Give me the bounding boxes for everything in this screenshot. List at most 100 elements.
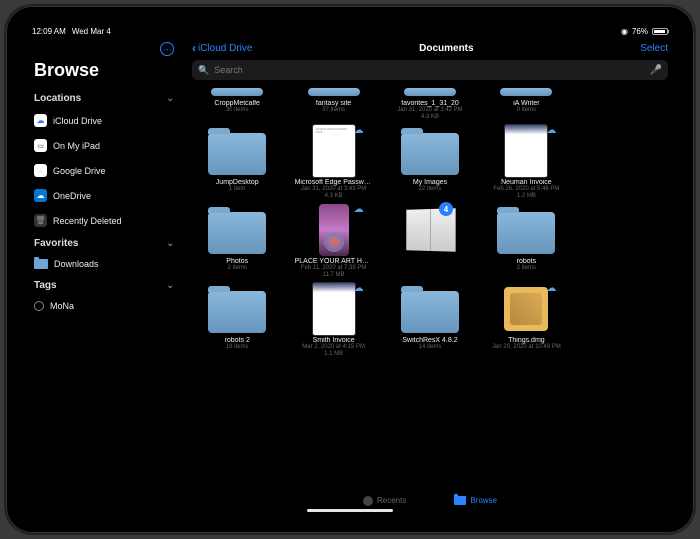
sidebar-item-onedrive[interactable]: ☁ OneDrive [32, 184, 176, 207]
file-thumbnail: ≡≡≡≡≡≡ ≡≡≡≡≡ ≡≡≡≡≡≡ ≡≡≡≡ [313, 125, 355, 177]
file-meta: Mar 2, 2020 at 4:15 PM [302, 344, 365, 351]
wifi-icon: ◉ [621, 27, 628, 36]
file-meta: Jan 20, 2020 at 10:49 PM [492, 344, 561, 351]
file-item[interactable]: ━━━ ≡≡≡ ≡≡≡≡☁ Smith InvoiceMar 2, 2020 at… [288, 283, 378, 358]
file-item[interactable]: robots 218 items [192, 283, 282, 358]
favorites-header[interactable]: Favorites ⌄ [32, 234, 176, 252]
file-meta: 14 items [419, 344, 442, 351]
tab-browse[interactable]: Browse [454, 496, 497, 505]
file-item[interactable]: 4 [385, 204, 475, 279]
file-name: Smith Invoice [313, 337, 355, 344]
sidebar-item-recently-deleted[interactable]: 🗑 Recently Deleted [32, 209, 176, 232]
chevron-left-icon: ‹ [192, 41, 196, 55]
file-name: My Images [413, 179, 447, 186]
file-name: robots [517, 258, 536, 265]
trash-icon: 🗑 [34, 214, 47, 227]
back-button[interactable]: ‹ iCloud Drive [192, 41, 252, 55]
file-thumbnail: ━━━ ≡≡≡ ≡≡≡≡ [505, 125, 547, 177]
more-options-icon[interactable]: ⋯ [160, 42, 174, 56]
search-input[interactable]: 🔍 Search 🎤 [192, 60, 668, 80]
google-drive-icon: ▲ [34, 164, 47, 177]
file-meta: Jan 31, 2020 at 3:43 PM [301, 186, 366, 193]
file-thumbnail [208, 133, 266, 175]
file-thumbnail [401, 133, 459, 175]
file-name: SwitchResX 4.8.2 [402, 337, 457, 344]
tags-header[interactable]: Tags ⌄ [32, 276, 176, 294]
sidebar: ⋯ Browse Locations ⌄ ☁ iCloud Drive ▭ On… [24, 38, 184, 515]
sidebar-item-downloads[interactable]: Downloads [32, 254, 176, 274]
file-meta: 11.7 MB [323, 272, 345, 279]
file-name: PLACE YOUR ART HE… [295, 258, 373, 265]
cloud-download-icon: ☁ [545, 283, 557, 295]
tab-recents[interactable]: Recents [363, 496, 406, 506]
file-meta: 1.2 MB [517, 193, 536, 200]
file-meta: Feb 11, 2020 at 7:39 PM [301, 265, 367, 272]
file-meta: 1.1 MB [324, 351, 343, 358]
ipad-icon: ▭ [34, 139, 47, 152]
file-meta: 1 item [229, 186, 245, 193]
onedrive-icon: ☁ [34, 189, 47, 202]
folder-icon [34, 259, 48, 269]
file-thumbnail [208, 291, 266, 333]
folder-icon [454, 496, 466, 505]
file-item[interactable]: favorites_1_31_20Jan 31, 2020 at 3:42 PM… [385, 86, 475, 121]
file-thumbnail [308, 88, 360, 96]
mic-icon[interactable]: 🎤 [650, 65, 662, 76]
file-grid[interactable]: CroppMetcalfe30 itemsfantasy site37 item… [184, 86, 676, 489]
clock-icon [363, 496, 373, 506]
sidebar-item-icloud-drive[interactable]: ☁ iCloud Drive [32, 109, 176, 132]
file-item[interactable]: My Images22 items [385, 125, 475, 200]
file-name: JumpDesktop [216, 179, 259, 186]
file-item[interactable]: SwitchResX 4.8.214 items [385, 283, 475, 358]
file-name: fantasy site [316, 100, 351, 107]
icloud-icon: ☁ [34, 114, 47, 127]
sidebar-title: Browse [32, 60, 176, 87]
sidebar-item-on-my-ipad[interactable]: ▭ On My iPad [32, 134, 176, 157]
file-meta: 30 items [226, 107, 249, 114]
file-meta: 4.3 KB [325, 193, 343, 200]
file-item[interactable]: JumpDesktop1 item [192, 125, 282, 200]
status-date: Wed Mar 4 [72, 27, 111, 36]
file-item[interactable]: ☁Things.dmgJan 20, 2020 at 10:49 PM [481, 283, 571, 358]
chevron-down-icon: ⌄ [166, 238, 174, 249]
file-thumbnail [401, 291, 459, 333]
file-item[interactable]: ≡≡≡≡≡≡ ≡≡≡≡≡ ≡≡≡≡≡≡ ≡≡≡≡☁Microsoft Edge … [288, 125, 378, 200]
file-item[interactable]: robots2 items [481, 204, 571, 279]
file-name: CroppMetcalfe [214, 100, 260, 107]
file-meta: 4.3 KB [421, 114, 439, 121]
status-bar: 12:09 AM Wed Mar 4 ◉ 76% [24, 24, 676, 38]
sidebar-item-google-drive[interactable]: ▲ Google Drive [32, 159, 176, 182]
status-time: 12:09 AM [32, 27, 66, 36]
cloud-download-icon: ☁ [353, 125, 365, 137]
file-item[interactable]: ☁ PLACE YOUR ART HE…Feb 11, 2020 at 7:39 … [288, 204, 378, 279]
content-area: ‹ iCloud Drive Documents Select 🔍 Search… [184, 38, 676, 515]
file-thumbnail [497, 212, 555, 254]
battery-percent: 76% [632, 27, 648, 36]
search-icon: 🔍 [198, 65, 209, 76]
file-name: iA Writer [513, 100, 539, 107]
file-meta: Feb 26, 2020 at 5:46 PM [493, 186, 559, 193]
selection-badge: 4 [439, 202, 453, 216]
file-thumbnail: ━━━ ≡≡≡ ≡≡≡≡ [313, 283, 355, 335]
file-thumbnail [404, 88, 456, 96]
sidebar-item-tag-mona[interactable]: MoNa [32, 296, 176, 316]
file-name: robots 2 [225, 337, 250, 344]
file-thumbnail [504, 287, 548, 331]
battery-icon [652, 28, 668, 35]
file-item[interactable]: Photos2 items [192, 204, 282, 279]
tag-icon [34, 301, 44, 311]
file-item[interactable]: iA Writer0 items [481, 86, 571, 121]
home-indicator[interactable] [307, 509, 393, 512]
cloud-download-icon: ☁ [545, 125, 557, 137]
file-meta: Jan 31, 2020 at 3:42 PM [397, 107, 462, 114]
cloud-download-icon: ☁ [353, 283, 365, 295]
file-item[interactable]: CroppMetcalfe30 items [192, 86, 282, 121]
file-name: favorites_1_31_20 [401, 100, 459, 107]
file-item[interactable]: ━━━ ≡≡≡ ≡≡≡≡☁Neuman InvoiceFeb 26, 2020 … [481, 125, 571, 200]
file-meta: 2 items [228, 265, 247, 272]
file-item[interactable]: fantasy site37 items [288, 86, 378, 121]
locations-header[interactable]: Locations ⌄ [32, 89, 176, 107]
cloud-download-icon: ☁ [353, 204, 365, 216]
select-button[interactable]: Select [640, 43, 668, 54]
file-thumbnail [208, 212, 266, 254]
